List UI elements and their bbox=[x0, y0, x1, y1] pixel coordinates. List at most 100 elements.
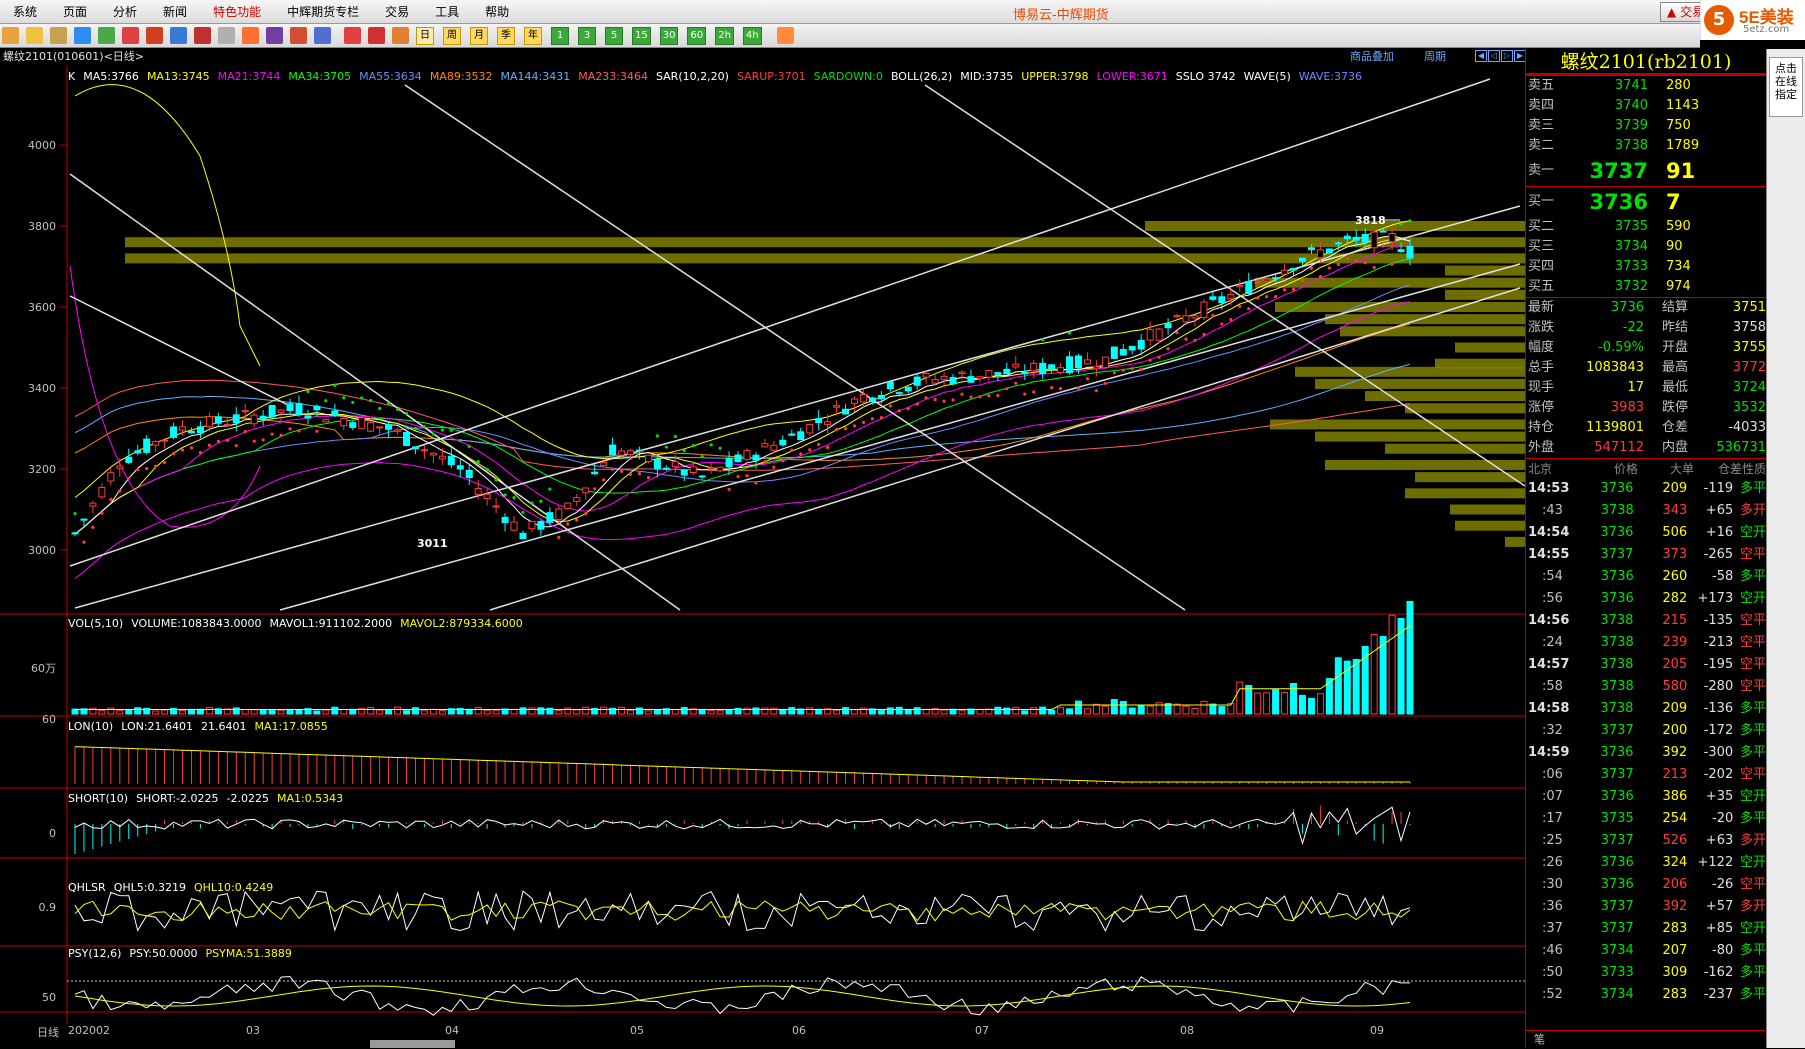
sar-dot bbox=[288, 427, 292, 431]
menu-item-2[interactable]: 分析 bbox=[100, 0, 150, 24]
book-price[interactable]: 3735 bbox=[1588, 217, 1648, 237]
toolbar-icon-5[interactable] bbox=[122, 27, 139, 44]
volume-bar bbox=[1272, 689, 1280, 715]
period-button-11[interactable]: 2h bbox=[715, 26, 734, 45]
menu-item-8[interactable]: 帮助 bbox=[472, 0, 522, 24]
trend-line bbox=[404, 84, 1186, 611]
toolbar-icon-3[interactable] bbox=[74, 27, 91, 44]
toolbar-icon-6[interactable] bbox=[146, 27, 163, 44]
volume-bar bbox=[644, 710, 652, 715]
period-button-7[interactable]: 5 bbox=[605, 26, 623, 45]
period-button-2[interactable]: 月 bbox=[470, 26, 488, 45]
toolbar-chart-icon-0[interactable] bbox=[344, 27, 361, 44]
period-button-8[interactable]: 15 bbox=[632, 26, 651, 45]
book-label: 卖三 bbox=[1528, 118, 1555, 133]
candle-body bbox=[286, 403, 294, 412]
sar-dot bbox=[727, 487, 731, 491]
candle-body bbox=[107, 472, 115, 482]
toolbar-icon-0[interactable] bbox=[2, 27, 19, 44]
toolbar-chart-icon-1[interactable] bbox=[368, 27, 385, 44]
legend-item: MA21:3744 bbox=[217, 70, 281, 83]
volume-bar bbox=[1057, 707, 1065, 715]
candle-body bbox=[295, 402, 303, 415]
book-volume: 1143 bbox=[1666, 98, 1700, 113]
menu-item-0[interactable]: 系统 bbox=[0, 0, 50, 24]
sar-dot bbox=[1229, 318, 1233, 322]
book-price[interactable]: 3740 bbox=[1588, 96, 1648, 116]
sar-dot bbox=[960, 392, 964, 396]
book-price[interactable]: 3732 bbox=[1588, 277, 1648, 297]
tab-overlay[interactable]: 商品叠加 bbox=[1350, 49, 1394, 65]
scrollbar-thumb[interactable] bbox=[370, 1040, 455, 1048]
short-line bbox=[74, 806, 1411, 846]
tick-header-cell: 仓差 bbox=[1717, 462, 1742, 476]
toolbar-icon-12[interactable] bbox=[290, 27, 307, 44]
tab-period[interactable]: 周期 bbox=[1424, 49, 1446, 65]
book-label: 买一 bbox=[1528, 194, 1555, 209]
next-icon[interactable]: ▷ bbox=[1501, 50, 1513, 62]
toolbar-extra-icon[interactable] bbox=[776, 27, 794, 44]
volume-profile-bar bbox=[1450, 504, 1525, 515]
tick-volume: 209 bbox=[1662, 701, 1688, 716]
menu-item-4[interactable]: 特色功能 bbox=[200, 0, 274, 24]
tick-row: :56 3736 282 +173 空开 bbox=[1526, 588, 1766, 610]
toolbar-icon-1[interactable] bbox=[26, 27, 43, 44]
online-help-button[interactable]: 点击在线指定 bbox=[1769, 57, 1803, 117]
volume-bar bbox=[179, 710, 187, 715]
book-price[interactable]: 3737 bbox=[1588, 156, 1648, 186]
sar-dot bbox=[897, 409, 901, 413]
period-button-0[interactable]: 日 bbox=[416, 26, 434, 45]
period-button-4[interactable]: 年 bbox=[524, 26, 542, 45]
book-price[interactable]: 3734 bbox=[1588, 237, 1648, 257]
menu-item-6[interactable]: 交易 bbox=[372, 0, 422, 24]
volume-bar bbox=[680, 707, 688, 715]
toolbar-icon-7[interactable] bbox=[170, 27, 187, 44]
toolbar-icon-2[interactable] bbox=[50, 27, 67, 44]
book-price[interactable]: 3733 bbox=[1588, 257, 1648, 277]
psy-axis-label: 50 bbox=[42, 991, 56, 1004]
sar-dot bbox=[136, 468, 140, 472]
book-price[interactable]: 3739 bbox=[1588, 116, 1648, 136]
tick-header-cell: 北京 bbox=[1528, 462, 1553, 476]
volume-bar bbox=[1218, 706, 1226, 715]
period-button-1[interactable]: 周 bbox=[443, 26, 461, 45]
book-price[interactable]: 3741 bbox=[1588, 76, 1648, 96]
period-button-9[interactable]: 30 bbox=[659, 26, 679, 45]
toolbar-chart-icon-2[interactable] bbox=[392, 27, 409, 44]
toolbar-icon-8[interactable] bbox=[194, 27, 211, 44]
prev-icon[interactable]: ◁ bbox=[1488, 50, 1500, 62]
tick-row: :43 3738 343 +65 多开 bbox=[1526, 500, 1766, 522]
menu-item-5[interactable]: 中辉期货专栏 bbox=[274, 0, 372, 24]
toolbar-icon-10[interactable] bbox=[242, 27, 259, 44]
toolbar-icon-13[interactable] bbox=[314, 27, 331, 44]
first-icon[interactable]: ◀ bbox=[1475, 50, 1487, 62]
tick-volume: 392 bbox=[1662, 899, 1688, 914]
candle-body bbox=[1128, 345, 1136, 351]
tick-nature: 多平 bbox=[1739, 811, 1766, 826]
book-price[interactable]: 3738 bbox=[1588, 136, 1648, 156]
book-price[interactable]: 3736 bbox=[1588, 187, 1648, 217]
tick-list[interactable]: 14:53 3736 209 -119 多平:43 3738 343 +65 多开 14:54 37… bbox=[1526, 478, 1766, 1006]
candle-body bbox=[725, 457, 733, 468]
period-button-6[interactable]: 3 bbox=[578, 26, 596, 45]
sar-dot bbox=[1202, 332, 1206, 336]
volume-bar bbox=[1200, 700, 1208, 715]
period-button-3[interactable]: 季 bbox=[497, 26, 515, 45]
candle-body bbox=[429, 452, 437, 456]
menu-item-1[interactable]: 页面 bbox=[50, 0, 100, 24]
menu-item-3[interactable]: 新闻 bbox=[150, 0, 200, 24]
legend-item: PSY(12,6) bbox=[68, 947, 122, 960]
tick-row: :26 3736 324 +122 空开 bbox=[1526, 852, 1766, 874]
candle-body bbox=[1209, 296, 1217, 300]
toolbar-icon-9[interactable] bbox=[218, 27, 235, 44]
period-button-10[interactable]: 60 bbox=[687, 26, 707, 45]
toolbar-icon-11[interactable] bbox=[266, 27, 283, 44]
volume-profile-bar bbox=[1385, 443, 1525, 454]
sar-dot bbox=[270, 432, 274, 436]
menu-item-7[interactable]: 工具 bbox=[422, 0, 472, 24]
tick-price: 3736 bbox=[1600, 877, 1634, 892]
legend-item: QHL10:0.4249 bbox=[193, 881, 274, 894]
toolbar-icon-4[interactable] bbox=[98, 27, 115, 44]
period-button-12[interactable]: 4h bbox=[742, 26, 762, 45]
period-button-5[interactable]: 1 bbox=[551, 26, 569, 45]
